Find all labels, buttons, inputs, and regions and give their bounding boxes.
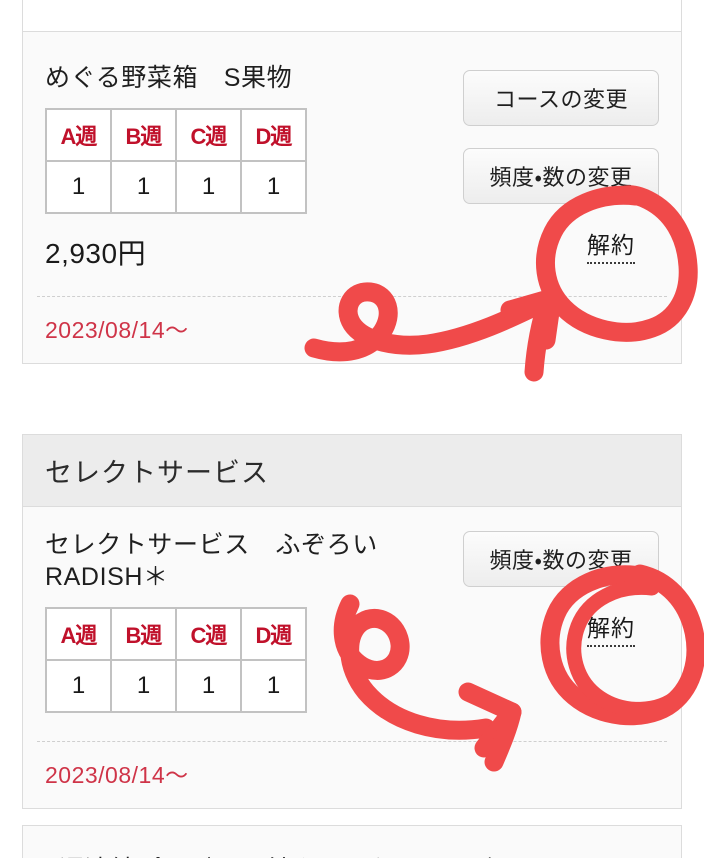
screen: 〜2023/08/13 めぐる野菜箱 S果物 A週 B週 C週 D週 [0,0,704,858]
cancel-subscription-link[interactable]: 解約 [587,226,635,264]
week-value-c: 1 [175,659,242,713]
item-title: めぐる野菜箱 S果物 [45,64,293,92]
previous-subscription-card-clipped: 〜2023/08/13 [22,0,682,32]
week-value-a: 1 [45,659,112,713]
card-body: セレクトサービス ふぞろい RADISH＊ A週 B週 C週 D週 1 1 1 … [23,507,681,713]
next-subscription-card-clipped: 4週連続プレゼント付きセレクトサービス [22,825,682,858]
week-table-value-row: 1 1 1 1 [45,160,307,214]
card-body: めぐる野菜箱 S果物 A週 B週 C週 D週 1 1 1 1 2,930円 コー… [23,32,681,272]
week-table-header-row: A週 B週 C週 D週 [45,108,307,162]
week-table-header-row: A週 B週 C週 D週 [45,607,307,661]
change-course-button[interactable]: コースの変更 [463,70,659,126]
card-body-right: コースの変更 頻度・数の変更 解約 [447,62,659,272]
week-value-d: 1 [240,659,307,713]
card-body-left: めぐる野菜箱 S果物 A週 B週 C週 D週 1 1 1 1 2,930円 [45,62,447,272]
week-header-a: A週 [45,607,112,661]
section-header-title: セレクトサービス [45,458,269,488]
week-quantity-table: A週 B週 C週 D週 1 1 1 1 [45,607,307,713]
card-body-left: セレクトサービス ふぞろい RADISH＊ A週 B週 C週 D週 1 1 1 … [45,529,447,713]
subscription-card-vegetable-box: めぐる野菜箱 S果物 A週 B週 C週 D週 1 1 1 1 2,930円 コー… [22,31,682,364]
card-body-right: 頻度・数の変更 解約 [447,529,659,713]
week-header-b: B週 [110,108,177,162]
week-header-c: C週 [175,108,242,162]
week-header-b: B週 [110,607,177,661]
week-value-b: 1 [110,160,177,214]
change-frequency-button[interactable]: 頻度・数の変更 [463,148,659,204]
week-value-a: 1 [45,160,112,214]
week-value-d: 1 [240,160,307,214]
week-quantity-table: A週 B週 C週 D週 1 1 1 1 [45,108,307,214]
week-header-d: D週 [240,607,307,661]
cancel-subscription-link[interactable]: 解約 [587,609,635,647]
card-footer: 2023/08/14〜 [23,297,681,363]
subscription-card-select-service: セレクトサービス セレクトサービス ふぞろい RADISH＊ A週 B週 C週 … [22,434,682,809]
week-table-value-row: 1 1 1 1 [45,659,307,713]
start-date-label: 2023/08/14〜 [45,317,189,343]
start-date-label: 2023/08/14〜 [45,762,189,788]
clipped-date-strip: 〜2023/08/13 [23,0,681,32]
change-frequency-button[interactable]: 頻度・数の変更 [463,531,659,587]
week-header-d: D週 [240,108,307,162]
week-header-c: C週 [175,607,242,661]
week-header-a: A週 [45,108,112,162]
clipped-item-title: 4週連続プレゼント付きセレクトサービス [23,826,681,858]
item-title: セレクトサービス ふぞろい RADISH＊ [45,531,378,591]
week-value-c: 1 [175,160,242,214]
section-header: セレクトサービス [23,435,681,507]
item-price: 2,930円 [45,238,147,269]
week-value-b: 1 [110,659,177,713]
card-footer: 2023/08/14〜 [23,742,681,808]
